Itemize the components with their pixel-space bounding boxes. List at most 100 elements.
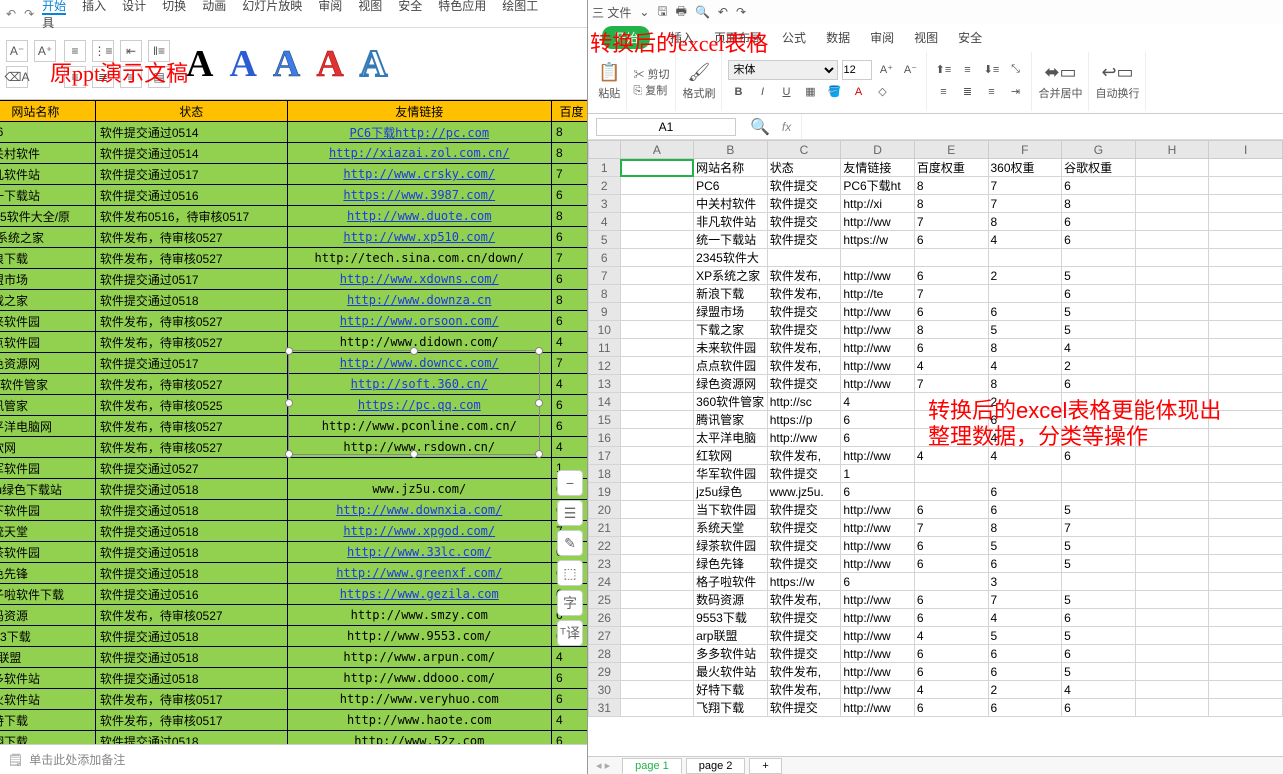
cell[interactable]: 6 [914, 339, 988, 357]
cell[interactable]: 6 [988, 663, 1062, 681]
wordart-style-5[interactable]: A [352, 42, 395, 86]
cell[interactable] [1209, 411, 1283, 429]
cell[interactable] [620, 537, 694, 555]
cell[interactable]: http://ww [841, 537, 915, 555]
cell[interactable]: 8 [914, 195, 988, 213]
cell[interactable]: https://w [841, 231, 915, 249]
cell[interactable]: http://ww [841, 321, 915, 339]
cell[interactable] [1135, 465, 1209, 483]
link[interactable]: https://www.gezila.com [340, 587, 499, 601]
cell[interactable] [620, 195, 694, 213]
table-row[interactable]: 多多软件站软件提交通过0518http://www.ddooo.com/6 [0, 668, 587, 689]
cell[interactable] [1135, 591, 1209, 609]
cell[interactable] [914, 411, 988, 429]
cell[interactable] [620, 267, 694, 285]
cell[interactable] [914, 249, 988, 267]
cell[interactable] [1209, 249, 1283, 267]
wrap-icon[interactable]: ↩▭ [1101, 62, 1133, 83]
link[interactable]: http://www.downxia.com/ [336, 503, 502, 517]
cell[interactable] [1135, 231, 1209, 249]
cell[interactable] [620, 177, 694, 195]
col-header[interactable]: B [694, 141, 768, 159]
format-painter-icon[interactable]: 🖌 [688, 62, 711, 83]
orientation-icon[interactable]: ⤡ [1005, 60, 1025, 80]
cell[interactable] [1209, 285, 1283, 303]
cell[interactable]: 7 [988, 177, 1062, 195]
cell[interactable]: 软件发布, [767, 681, 841, 699]
cell[interactable]: 4 [914, 681, 988, 699]
cell[interactable]: 格子啦软件 [694, 573, 768, 591]
sheet-nav-icon[interactable]: ◂ ▸ [588, 759, 618, 772]
cell[interactable]: http://ww [841, 645, 915, 663]
ppt-menu-特色应用[interactable]: 特色应用 [438, 0, 486, 13]
cell[interactable]: 6 [988, 303, 1062, 321]
ppt-menu-审阅[interactable]: 审阅 [318, 0, 342, 13]
indent-icon[interactable]: ⇥ [1005, 82, 1025, 102]
cell[interactable] [914, 483, 988, 501]
cell[interactable]: http://xi [841, 195, 915, 213]
cell[interactable] [620, 519, 694, 537]
cell[interactable]: 软件提交 [767, 231, 841, 249]
cell[interactable] [620, 627, 694, 645]
cell[interactable]: 6 [914, 663, 988, 681]
cell[interactable]: 系统天堂 [694, 519, 768, 537]
row-header[interactable]: 30 [589, 681, 621, 699]
cell[interactable]: 6 [914, 231, 988, 249]
cell[interactable]: 5 [1062, 321, 1136, 339]
cell[interactable] [1135, 357, 1209, 375]
cell[interactable]: 软件发布, [767, 357, 841, 375]
cell[interactable]: 5 [988, 321, 1062, 339]
cell[interactable]: 4 [914, 357, 988, 375]
cell[interactable] [1209, 213, 1283, 231]
cell[interactable]: XP系统之家 [694, 267, 768, 285]
cell[interactable] [1062, 429, 1136, 447]
cell[interactable]: 软件提交 [767, 627, 841, 645]
link[interactable]: http://www.greenxf.com/ [336, 566, 502, 580]
cell[interactable] [1135, 375, 1209, 393]
cell[interactable] [1135, 681, 1209, 699]
cell[interactable] [1062, 465, 1136, 483]
cell[interactable]: 多多软件站 [694, 645, 768, 663]
cell[interactable]: 6 [914, 303, 988, 321]
xls-grid[interactable]: ABCDEFGHI1网站名称状态友情链接百度权重360权重谷歌权重2PC6软件提… [588, 140, 1283, 717]
cell[interactable] [1209, 447, 1283, 465]
row-header[interactable]: 14 [589, 393, 621, 411]
align-mid-icon[interactable]: ≡ [957, 60, 977, 80]
numbering-icon[interactable]: ⋮≡ [92, 40, 114, 62]
ppt-menu-幻灯片放映[interactable]: 幻灯片放映 [242, 0, 302, 13]
border-icon[interactable]: ▦ [800, 82, 820, 102]
row-header[interactable]: 12 [589, 357, 621, 375]
cell[interactable] [1135, 285, 1209, 303]
cell[interactable]: 5 [1062, 627, 1136, 645]
zoom-out-icon[interactable]: − [557, 470, 583, 496]
cell[interactable] [1209, 519, 1283, 537]
cell[interactable]: https://p [767, 411, 841, 429]
cell[interactable]: 软件发布, [767, 447, 841, 465]
cell[interactable] [914, 393, 988, 411]
cell[interactable]: 6 [988, 699, 1062, 717]
cell[interactable] [620, 681, 694, 699]
table-row[interactable]: 未来软件园软件发布，待审核0527http://www.orsoon.com/6 [0, 311, 587, 332]
cell[interactable]: 软件提交 [767, 555, 841, 573]
cell[interactable]: arp联盟 [694, 627, 768, 645]
cell[interactable] [1209, 357, 1283, 375]
cell[interactable] [1209, 483, 1283, 501]
cell[interactable]: 6 [841, 483, 915, 501]
link[interactable]: http://www.33lc.com/ [347, 545, 492, 559]
row-header[interactable]: 25 [589, 591, 621, 609]
translate-icon[interactable]: ᵀ译 [557, 620, 583, 646]
cell[interactable] [1209, 465, 1283, 483]
cell[interactable] [1135, 249, 1209, 267]
cell[interactable]: 华军软件园 [694, 465, 768, 483]
qat-save-icon[interactable]: 🖫 [657, 2, 667, 23]
link[interactable]: http://www.downza.cn [347, 293, 492, 307]
row-header[interactable]: 2 [589, 177, 621, 195]
cell[interactable]: 绿盟市场 [694, 303, 768, 321]
cell[interactable] [1209, 321, 1283, 339]
select-icon[interactable]: ⬚ [557, 560, 583, 586]
cell[interactable]: 4 [988, 357, 1062, 375]
cell[interactable]: 8 [988, 519, 1062, 537]
row-header[interactable]: 20 [589, 501, 621, 519]
cell[interactable]: 6 [841, 429, 915, 447]
name-box[interactable]: A1 [596, 118, 736, 136]
